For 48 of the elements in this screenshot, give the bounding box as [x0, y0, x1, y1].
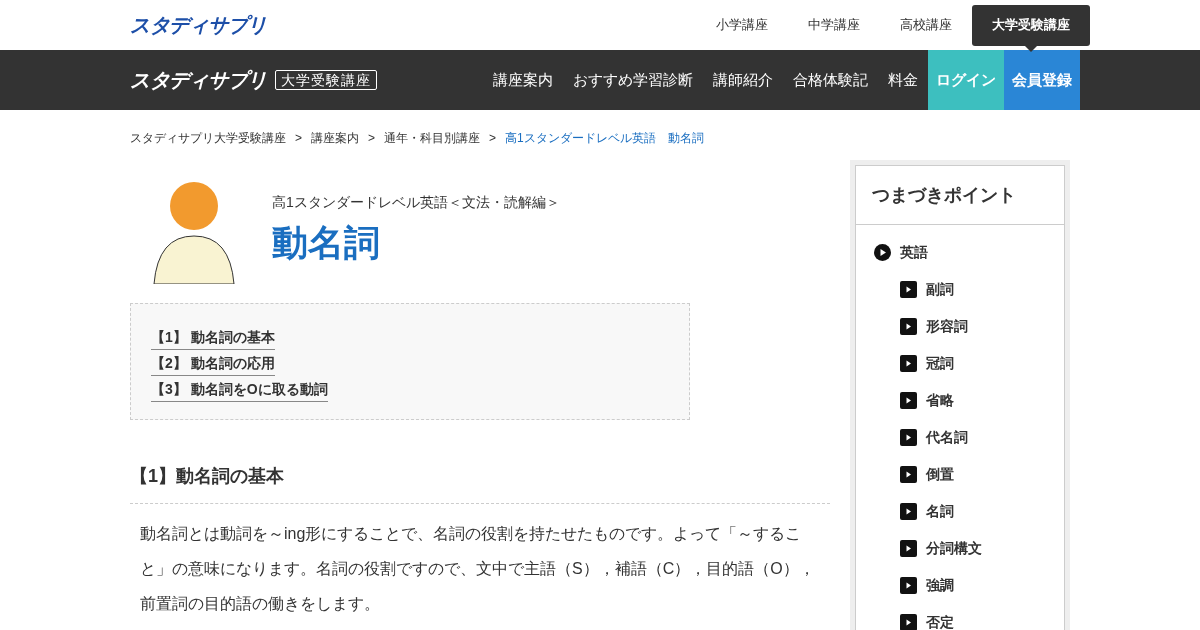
sidebar-link[interactable]: 名詞 — [856, 493, 1064, 530]
page-subtitle: 高1スタンダードレベル英語＜文法・読解編＞ — [272, 193, 560, 212]
breadcrumb-link[interactable]: 講座案内 — [311, 129, 359, 147]
section-heading: 【1】動名詞の基本 — [130, 462, 830, 504]
sidebar-link[interactable]: 否定 — [856, 604, 1064, 630]
play-square-icon — [900, 392, 917, 409]
section-paragraph: 動名詞とは動詞を～ing形にすることで、名詞の役割を持たせたものです。よって「～すること」の意味になります。名詞の役割ですので、文中で主語（S），補語（C），目的語（O），前置詞の目的語の働きをします。 — [139, 524, 816, 614]
nav-link[interactable]: 合格体験記 — [783, 50, 878, 110]
page-title: 動名詞 — [272, 221, 381, 265]
breadcrumb-link[interactable]: 高1スタンダードレベル英語 動名詞 — [505, 129, 704, 147]
play-square-icon — [900, 281, 917, 298]
play-square-icon — [900, 540, 917, 557]
play-square-icon — [900, 503, 917, 520]
brand-logo[interactable]: スタディサプリ — [130, 65, 267, 95]
play-square-icon — [900, 318, 917, 335]
sidebar-link[interactable]: 代名詞 — [856, 419, 1064, 456]
toc-link[interactable]: 【2】 動名詞の応用 — [151, 352, 275, 376]
logo-badge: 大学受験講座 — [274, 70, 377, 90]
play-square-icon — [900, 429, 917, 446]
play-circle-icon — [874, 244, 891, 261]
sidebar-title: つまづきポイント — [856, 166, 1064, 225]
sidebar-link[interactable]: 副詞 — [856, 271, 1064, 308]
sidebar-link[interactable]: 冠詞 — [856, 345, 1064, 382]
register-button[interactable]: 会員登録 — [1004, 50, 1080, 110]
sidebar-link[interactable]: 分詞構文 — [856, 530, 1064, 567]
sidebar-link[interactable]: 形容詞 — [856, 308, 1064, 345]
breadcrumb-link[interactable]: 通年・科目別講座 — [384, 129, 481, 147]
sidebar-link[interactable]: 倒置 — [856, 456, 1064, 493]
play-square-icon — [900, 577, 917, 594]
nav-link[interactable]: おすすめ学習診断 — [563, 50, 703, 110]
brand-logo[interactable]: スタディサプリ — [130, 10, 267, 40]
sidebar-link[interactable]: 英語 — [856, 234, 1064, 271]
site-tab[interactable]: 小学講座 — [696, 4, 788, 46]
breadcrumb-separator: > — [489, 130, 497, 147]
sidebar-link[interactable]: 省略 — [856, 382, 1064, 419]
breadcrumb-link[interactable]: スタディサプリ大学受験講座 — [130, 129, 286, 147]
toc-link[interactable]: 【3】 動名詞をOに取る動詞 — [151, 378, 328, 402]
play-square-icon — [900, 355, 917, 372]
site-tab[interactable]: 高校講座 — [880, 4, 972, 46]
toc-link[interactable]: 【1】 動名詞の基本 — [151, 326, 275, 350]
nav-link[interactable]: 講座案内 — [483, 50, 563, 110]
breadcrumb-separator: > — [295, 130, 302, 147]
sidebar-link[interactable]: 強調 — [856, 567, 1064, 604]
breadcrumb-separator: > — [368, 130, 376, 147]
site-tab[interactable]: 中学講座 — [788, 4, 880, 46]
nav-link[interactable]: 講師紹介 — [703, 50, 783, 110]
play-square-icon — [900, 466, 917, 483]
nav-link[interactable]: 料金 — [878, 50, 928, 110]
